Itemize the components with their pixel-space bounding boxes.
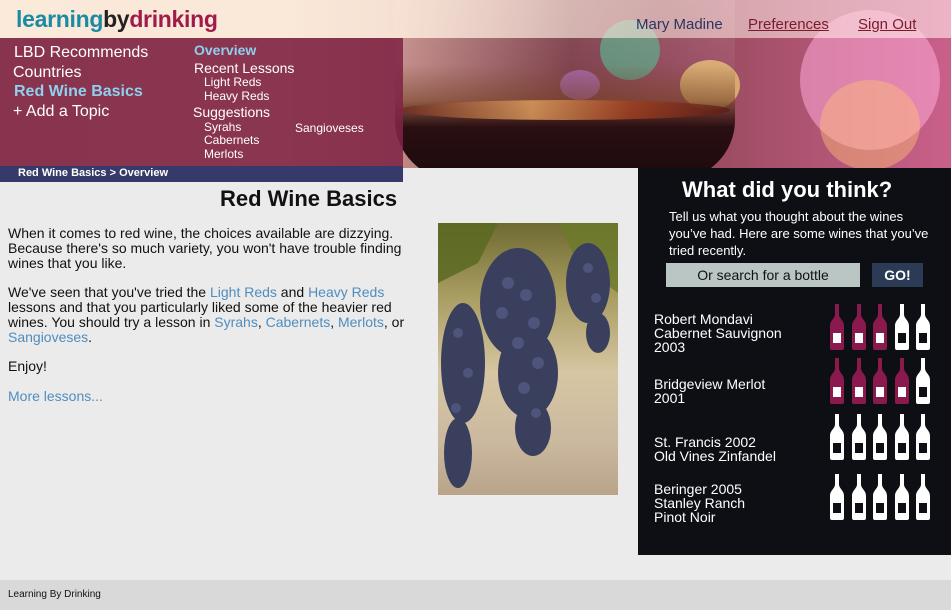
wine-name: Beringer 2005 Stanley Ranch Pinot Noir [654,481,746,525]
submenu-cabernets[interactable]: Cabernets [204,133,259,147]
wine-bottle-empty-icon[interactable] [873,474,887,520]
feedback-sidebar: What did you think? Tell us what you tho… [638,168,951,555]
submenu-overview[interactable]: Overview [194,42,256,58]
wine-name: Bridgeview Merlot 2001 [654,376,766,406]
topic-menu: LBD Recommends Countries Red Wine Basics… [0,38,403,168]
wine-bottle-empty-icon[interactable] [916,414,930,460]
cabernets-link[interactable]: Cabernets [266,314,331,330]
go-button[interactable]: GO! [872,263,923,287]
sign-out-link[interactable]: Sign Out [858,16,916,33]
footer-text: Learning By Drinking [8,589,101,600]
wine-bottle-empty-icon[interactable] [916,304,930,350]
submenu-recent-lessons[interactable]: Recent Lessons [194,60,294,76]
wine-bottle-filled-icon[interactable] [851,358,866,404]
wine-bottle-empty-icon[interactable] [916,474,930,520]
wine-bottle-empty-icon[interactable] [851,414,866,460]
submenu-syrahs[interactable]: Syrahs [204,120,241,134]
wine-surface-graphic [400,100,730,120]
bottle-rating[interactable] [830,474,930,522]
wine-bottle-empty-icon[interactable] [894,414,909,460]
submenu-light-reds[interactable]: Light Reds [204,75,261,89]
sidebar-title: What did you think? [682,177,893,202]
user-name[interactable]: Mary Madine [636,16,723,33]
wine-name: St. Francis 2002 Old Vines Zinfandel [654,434,776,464]
sangioveses-link[interactable]: Sangioveses [8,329,88,345]
menu-item-red-wine-basics[interactable]: Red Wine Basics [14,83,143,101]
menu-item-countries[interactable]: Countries [13,64,81,82]
sidebar-description: Tell us what you thought about the wines… [669,209,929,258]
grapes-illustration [438,223,618,488]
bottle-search-input[interactable] [666,263,860,287]
heavy-reds-link[interactable]: Heavy Reds [308,284,384,300]
submenu-sangioveses[interactable]: Sangioveses [295,121,364,135]
bottle-rating[interactable] [830,304,930,352]
intro-paragraph: When it comes to red wine, the choices a… [8,225,402,271]
breadcrumb: Red Wine Basics > Overview [0,166,403,182]
wine-bottle-empty-icon[interactable] [916,358,930,404]
grapes-photo [438,223,618,495]
wine-bottle-empty-icon[interactable] [851,474,866,520]
page-title: Red Wine Basics [220,186,398,211]
wine-bottle-filled-icon[interactable] [851,304,866,350]
menu-item-lbd-recommends[interactable]: LBD Recommends [14,44,148,62]
submenu-merlots[interactable]: Merlots [204,147,243,161]
site-logo[interactable]: learningbydrinking [16,6,218,33]
recommendation-paragraph: We've seen that you've tried the Light R… [8,284,405,345]
wine-bottle-filled-icon[interactable] [830,304,844,350]
wine-bottle-empty-icon[interactable] [894,304,909,350]
bokeh-light [820,80,920,168]
submenu-heavy-reds[interactable]: Heavy Reds [204,89,269,103]
wine-name: Robert Mondavi Cabernet Sauvignon 2003 [654,311,782,355]
bottle-rating[interactable] [830,358,930,406]
bottle-rating[interactable] [830,414,930,462]
footer: Learning By Drinking [0,580,951,610]
wine-bottle-filled-icon[interactable] [830,358,844,404]
enjoy-text: Enjoy! [8,358,47,374]
submenu-suggestions[interactable]: Suggestions [193,104,270,120]
wine-bottle-filled-icon[interactable] [894,358,909,404]
merlots-link[interactable]: Merlots [338,314,384,330]
menu-item-add-topic[interactable]: + Add a Topic [13,103,109,121]
wine-bottle-filled-icon[interactable] [873,304,887,350]
preferences-link[interactable]: Preferences [748,16,829,33]
more-lessons-link[interactable]: More lessons... [8,388,103,404]
wine-bottle-filled-icon[interactable] [873,358,887,404]
wine-bottle-empty-icon[interactable] [873,414,887,460]
wine-bottle-empty-icon[interactable] [894,474,909,520]
wine-bottle-empty-icon[interactable] [830,414,844,460]
light-reds-link[interactable]: Light Reds [210,284,277,300]
header-banner: learningbydrinking Mary Madine Preferenc… [0,0,951,168]
syrahs-link[interactable]: Syrahs [214,314,258,330]
wine-bottle-empty-icon[interactable] [830,474,844,520]
